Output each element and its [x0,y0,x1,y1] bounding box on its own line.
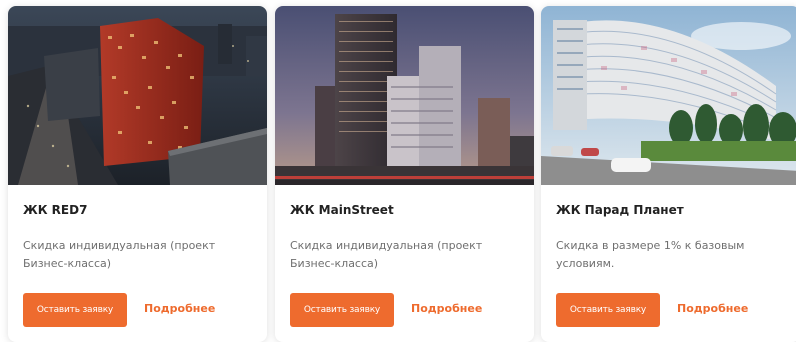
complex-card-list: ЖК RED7 Скидка индивидуальная (проект Би… [0,0,796,342]
details-link[interactable]: Подробнее [144,302,215,315]
complex-title: ЖК Парад Планет [556,203,684,217]
complex-photo[interactable] [275,6,534,185]
leave-request-button[interactable]: Оставить заявку [290,293,394,327]
leave-request-button[interactable]: Оставить заявку [23,293,127,327]
complex-title: ЖК RED7 [23,203,88,217]
complex-photo[interactable] [8,6,267,185]
details-link[interactable]: Подробнее [677,302,748,315]
complex-card: ЖК Парад Планет Скидка в размере 1% к ба… [541,6,796,342]
complex-card: ЖК RED7 Скидка индивидуальная (проект Би… [8,6,267,342]
complex-title: ЖК MainStreet [290,203,394,217]
complex-description: Скидка индивидуальная (проект Бизнес-кла… [290,239,483,270]
complex-description: Скидка индивидуальная (проект Бизнес-кла… [23,239,216,270]
curved-building-photo [541,6,796,185]
leave-request-button[interactable]: Оставить заявку [556,293,660,327]
dusk-highrise-photo [275,6,534,185]
details-link[interactable]: Подробнее [411,302,482,315]
complex-photo[interactable] [541,6,796,185]
complex-card: ЖК MainStreet Скидка индивидуальная (про… [275,6,534,342]
complex-description: Скидка в размере 1% к базовым условиям. [556,239,745,270]
night-city-photo [8,6,267,185]
